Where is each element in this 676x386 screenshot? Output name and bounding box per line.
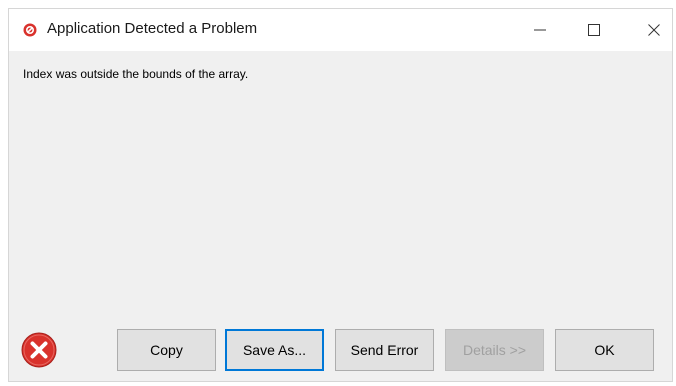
error-dialog: Application Detected a Problem Index was… <box>8 8 673 382</box>
details-button: Details >> <box>445 329 544 371</box>
error-stop-icon <box>23 23 37 37</box>
maximize-icon <box>588 24 600 36</box>
save-as-button[interactable]: Save As... <box>225 329 324 371</box>
ok-button[interactable]: OK <box>555 329 654 371</box>
minimize-button[interactable] <box>517 9 563 51</box>
window-title: Application Detected a Problem <box>47 20 258 37</box>
error-message: Index was outside the bounds of the arra… <box>23 67 249 81</box>
title-bar[interactable]: Application Detected a Problem <box>9 9 672 51</box>
maximize-button[interactable] <box>571 9 617 51</box>
send-error-button[interactable]: Send Error <box>335 329 434 371</box>
copy-button[interactable]: Copy <box>117 329 216 371</box>
close-button[interactable] <box>631 9 676 51</box>
error-icon <box>21 332 57 368</box>
minimize-icon <box>534 29 546 31</box>
close-icon <box>648 24 660 36</box>
